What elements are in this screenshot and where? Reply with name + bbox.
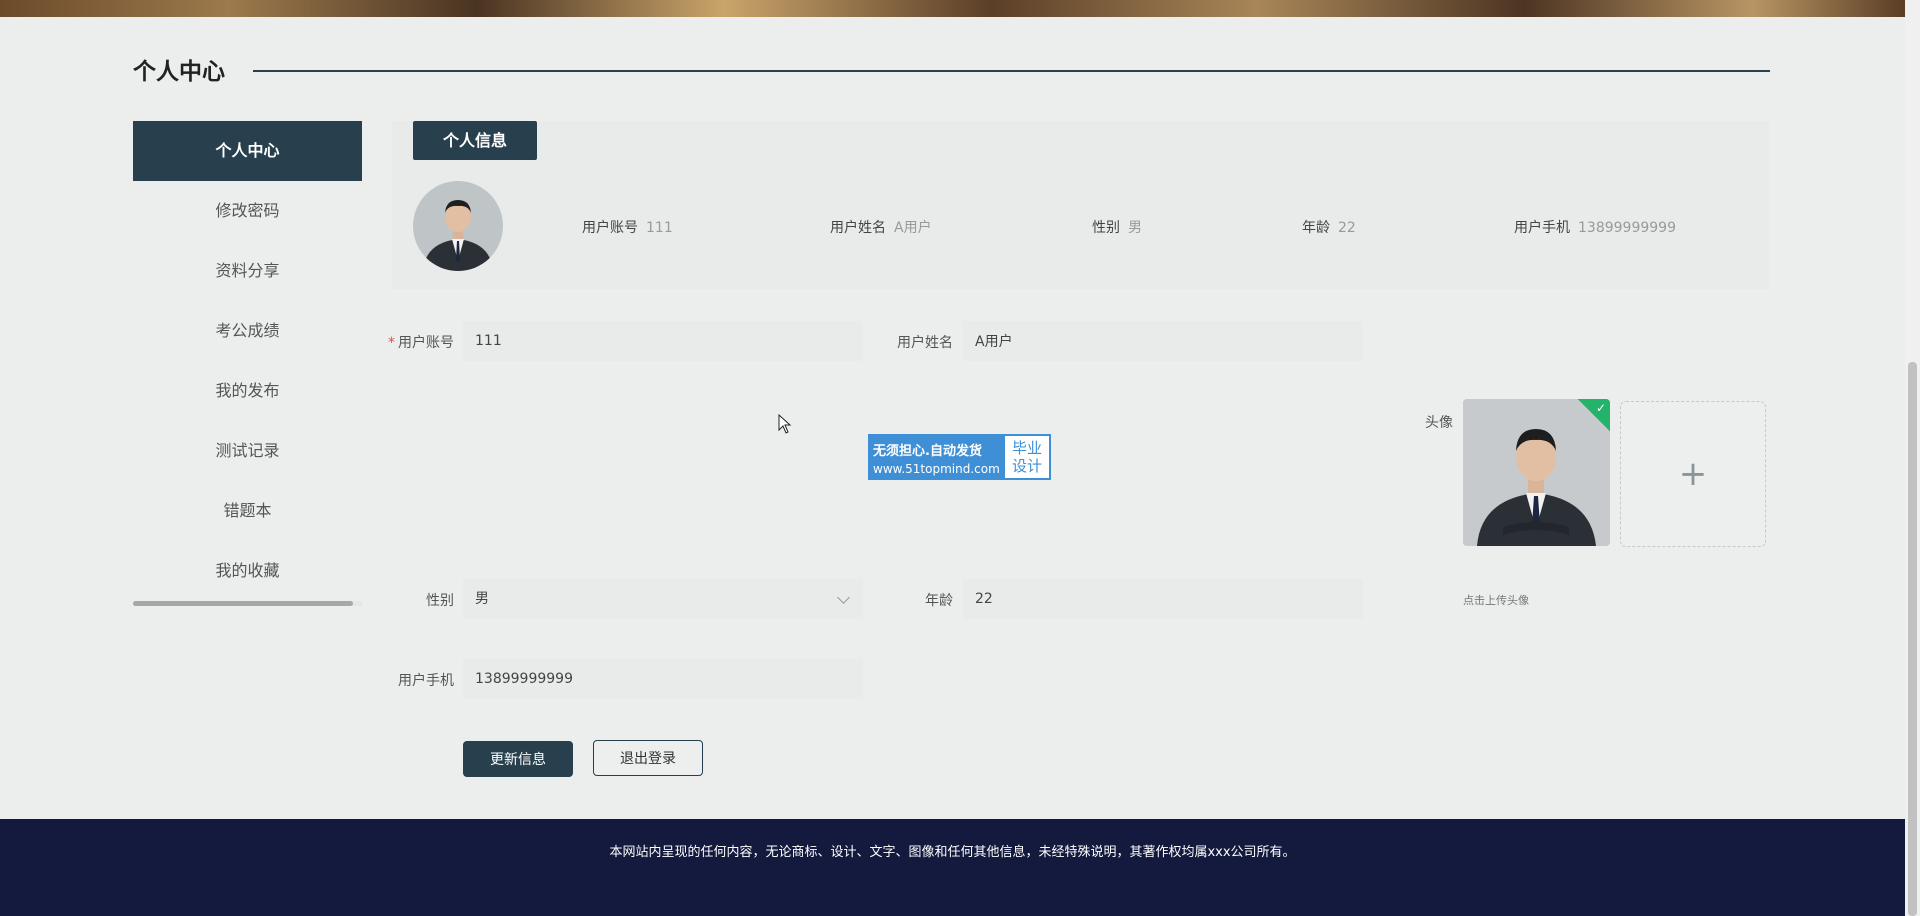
avatar-upload-tip: 点击上传头像: [1463, 594, 1529, 607]
gender-field-label: 性别: [426, 593, 454, 609]
sidebar-scrollbar-thumb[interactable]: [133, 601, 353, 606]
info-name-value: A用户: [894, 220, 932, 236]
account-input[interactable]: [463, 321, 863, 361]
sidebar-item-exam-scores[interactable]: 考公成绩: [133, 301, 362, 361]
info-phone-value: 13899999999: [1578, 220, 1676, 236]
info-account-value: 111: [646, 220, 673, 236]
info-gender-label: 性别: [1092, 220, 1120, 236]
logout-button[interactable]: 退出登录: [593, 740, 703, 776]
page-scrollbar-thumb[interactable]: [1908, 362, 1917, 916]
required-asterisk: *: [388, 335, 395, 351]
sidebar-item-resource-share[interactable]: 资料分享: [133, 241, 362, 301]
title-divider: [253, 70, 1770, 72]
phone-input[interactable]: [463, 659, 863, 699]
sidebar-item-test-records[interactable]: 测试记录: [133, 421, 362, 481]
age-input[interactable]: [963, 579, 1363, 619]
info-phone: 用户手机 13899999999: [1514, 217, 1676, 237]
avatar-person-icon: [1463, 399, 1610, 546]
update-info-button[interactable]: 更新信息: [463, 741, 573, 777]
info-account-label: 用户账号: [582, 220, 638, 236]
avatar-upload-button[interactable]: +: [1620, 401, 1766, 547]
sidebar-item-favorites[interactable]: 我的收藏: [133, 541, 362, 601]
page-title: 个人中心: [133, 59, 225, 85]
phone-field-label: 用户手机: [398, 673, 454, 689]
sidebar-item-personal-center[interactable]: 个人中心: [133, 121, 362, 181]
profile-avatar: [413, 181, 503, 271]
account-field-label: * 用户账号: [388, 335, 454, 351]
sidebar-item-wrong-questions[interactable]: 错题本: [133, 481, 362, 541]
info-gender-value: 男: [1128, 220, 1142, 236]
sidebar-item-change-password[interactable]: 修改密码: [133, 181, 362, 241]
gender-select[interactable]: 男: [463, 579, 863, 619]
watermark-url: www.51topmind.com: [873, 462, 1000, 476]
mouse-cursor-icon: [778, 414, 792, 434]
avatar-person-icon: [413, 181, 503, 271]
uploaded-avatar-image[interactable]: ✓: [1463, 399, 1610, 546]
footer-copyright-text: 本网站内呈现的任何内容，无论商标、设计、文字、图像和任何其他信息，未经特殊说明，…: [609, 845, 1296, 860]
info-gender: 性别男: [1092, 217, 1142, 237]
personal-info-card: [392, 121, 1769, 289]
info-age-value: 22: [1338, 220, 1356, 236]
avatar-field-label: 头像: [1425, 415, 1453, 431]
check-icon: ✓: [1595, 401, 1606, 415]
sidebar-scrollbar[interactable]: [133, 601, 362, 606]
name-field-label: 用户姓名: [897, 335, 953, 351]
info-name-label: 用户姓名: [830, 220, 886, 236]
info-phone-label: 用户手机: [1514, 220, 1570, 236]
age-field-label: 年龄: [925, 593, 953, 609]
info-name: 用户姓名 A用户: [830, 217, 932, 237]
footer: 本网站内呈现的任何内容，无论商标、设计、文字、图像和任何其他信息，未经特殊说明，…: [0, 819, 1905, 916]
plus-icon: +: [1678, 454, 1708, 494]
watermark-side-text: 毕业设计: [1005, 436, 1049, 478]
info-age-label: 年龄: [1302, 220, 1330, 236]
name-input[interactable]: [963, 321, 1363, 361]
info-account: 用户账号 111: [582, 217, 673, 237]
header-banner-image: [0, 0, 1905, 17]
watermark-banner: 无须担心.自动发货 www.51topmind.com 毕业设计: [868, 434, 1051, 480]
sidebar-item-my-posts[interactable]: 我的发布: [133, 361, 362, 421]
sidebar-nav: 个人中心 修改密码 资料分享 考公成绩 我的发布 测试记录 错题本 我的收藏: [133, 121, 362, 601]
personal-info-tab[interactable]: 个人信息: [413, 121, 537, 160]
gender-select-value: 男: [475, 591, 489, 607]
watermark-main-text: 无须担心.自动发货: [873, 444, 982, 459]
info-age: 年龄 22: [1302, 217, 1356, 237]
